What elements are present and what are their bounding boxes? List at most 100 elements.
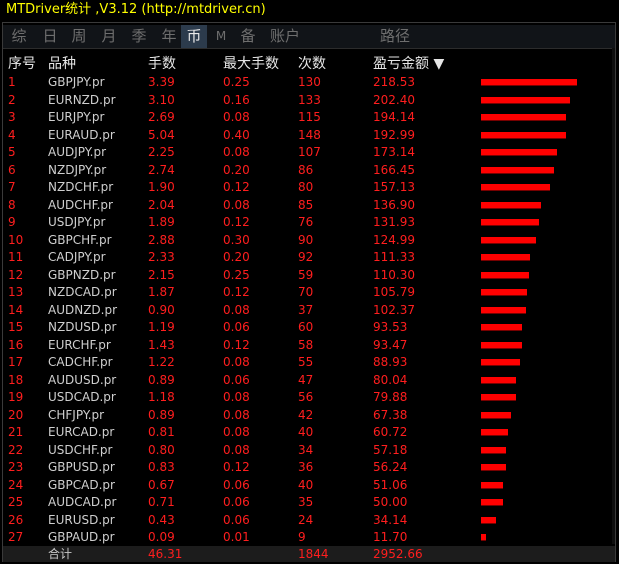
tab-bar: 综 日 周 月 季 年 币 M 备 账户 路径 [3, 25, 615, 49]
header-max-lots[interactable]: 最大手数 [223, 53, 279, 73]
row-symbol: CHFJPY.pr [48, 407, 105, 422]
row-max-lots: 0.40 [223, 127, 250, 142]
header-lots[interactable]: 手数 [148, 53, 176, 73]
row-symbol: EURAUD.pr [48, 127, 115, 142]
row-lots: 1.18 [148, 390, 175, 404]
table-row[interactable]: 18 AUDUSD.pr 0.89 0.06 47 80.04 [3, 372, 615, 390]
row-lots: 0.80 [148, 442, 175, 457]
row-index: 19 [8, 390, 24, 404]
table-row[interactable]: 27 GBPAUD.pr 0.09 0.01 9 11.70 [3, 529, 615, 547]
pnl-bar [481, 219, 539, 225]
row-symbol: USDCHF.pr [48, 442, 113, 457]
row-lots: 2.04 [148, 197, 175, 212]
table-row[interactable]: 5 AUDJPY.pr 2.25 0.08 107 173.14 [3, 144, 615, 162]
table-row[interactable]: 22 USDCHF.pr 0.80 0.08 34 57.18 [3, 442, 615, 460]
table-row[interactable]: 4 EURAUD.pr 5.04 0.40 148 192.99 [3, 127, 615, 145]
header-pnl-sorted[interactable]: 盈亏金额 ▼ [373, 53, 444, 73]
header-symbol[interactable]: 品种 [48, 53, 76, 73]
tab-m[interactable]: M [209, 25, 233, 48]
tab-account[interactable]: 账户 [265, 25, 305, 48]
row-count: 40 [298, 425, 314, 439]
row-symbol: CADCHF.pr [48, 355, 113, 369]
table-row[interactable]: 3 EURJPY.pr 2.69 0.08 115 194.14 [3, 109, 615, 127]
row-index: 18 [8, 372, 24, 387]
row-lots: 2.25 [148, 145, 175, 159]
table-row[interactable]: 16 EURCHF.pr 1.43 0.12 58 93.47 [3, 337, 615, 355]
pnl-bar [481, 96, 570, 103]
row-lots: 0.90 [148, 302, 175, 317]
table-row[interactable]: 19 USDCAD.pr 1.18 0.08 56 79.88 [3, 389, 615, 407]
table-row[interactable]: 25 AUDCAD.pr 0.71 0.06 35 50.00 [3, 494, 615, 512]
tab-quarter[interactable]: 季 [125, 25, 153, 48]
table-row[interactable]: 24 GBPCAD.pr 0.67 0.06 40 51.06 [3, 477, 615, 495]
row-lots: 2.74 [148, 162, 175, 177]
vertical-scrollbar[interactable] [612, 48, 615, 544]
tab-path[interactable]: 路径 [375, 25, 415, 48]
row-index: 26 [8, 512, 24, 527]
table-row[interactable]: 23 GBPUSD.pr 0.83 0.12 36 56.24 [3, 459, 615, 477]
row-max-lots: 0.08 [223, 145, 250, 159]
table-row[interactable]: 17 CADCHF.pr 1.22 0.08 55 88.93 [3, 354, 615, 372]
row-index: 16 [8, 337, 24, 352]
row-symbol: GBPUSD.pr [48, 460, 115, 474]
table-row[interactable]: 1 GBPJPY.pr 3.39 0.25 130 218.53 [3, 74, 615, 92]
table-row[interactable]: 11 CADJPY.pr 2.33 0.20 92 111.33 [3, 249, 615, 267]
pnl-bar [481, 446, 506, 453]
table-row[interactable]: 6 NZDJPY.pr 2.74 0.20 86 166.45 [3, 162, 615, 180]
pnl-bar [481, 394, 516, 400]
row-symbol: EURCHF.pr [48, 337, 111, 352]
row-index: 14 [8, 302, 24, 317]
table-row[interactable]: 21 EURCAD.pr 0.81 0.08 40 60.72 [3, 424, 615, 442]
table-header: 序号 品种 手数 最大手数 次数 盈亏金额 ▼ [3, 50, 615, 74]
table-row[interactable]: 7 NZDCHF.pr 1.90 0.12 80 157.13 [3, 179, 615, 197]
header-index[interactable]: 序号 [8, 53, 36, 73]
header-count[interactable]: 次数 [298, 53, 326, 73]
table-row[interactable]: 20 CHFJPY.pr 0.89 0.08 42 67.38 [3, 407, 615, 425]
table-row[interactable]: 15 NZDUSD.pr 1.19 0.06 60 93.53 [3, 319, 615, 337]
pnl-bar [481, 184, 550, 190]
row-lots: 0.43 [148, 512, 175, 527]
row-max-lots: 0.08 [223, 442, 250, 457]
row-pnl: 218.53 [373, 75, 415, 89]
row-symbol: AUDCAD.pr [48, 495, 117, 509]
row-lots: 1.90 [148, 180, 175, 194]
row-index: 20 [8, 407, 24, 422]
tab-month[interactable]: 月 [95, 25, 123, 48]
row-count: 86 [298, 162, 314, 177]
row-lots: 0.09 [148, 530, 175, 544]
row-max-lots: 0.25 [223, 75, 250, 89]
row-lots: 0.81 [148, 425, 175, 439]
row-pnl: 60.72 [373, 425, 408, 439]
row-count: 130 [298, 75, 321, 89]
row-max-lots: 0.08 [223, 425, 250, 439]
tab-summary[interactable]: 综 [3, 25, 35, 48]
row-index: 21 [8, 425, 24, 439]
table-row[interactable]: 26 EURUSD.pr 0.43 0.06 24 34.14 [3, 512, 615, 530]
pnl-bar [481, 79, 577, 85]
row-count: 24 [298, 512, 314, 527]
tab-year[interactable]: 年 [155, 25, 183, 48]
row-max-lots: 0.08 [223, 197, 250, 212]
row-count: 9 [298, 530, 306, 544]
row-max-lots: 0.12 [223, 180, 250, 194]
table-row[interactable]: 12 GBPNZD.pr 2.15 0.25 59 110.30 [3, 267, 615, 285]
row-lots: 0.89 [148, 407, 175, 422]
pnl-bar [481, 429, 508, 435]
row-pnl: 136.90 [373, 197, 415, 212]
tab-week[interactable]: 周 [65, 25, 93, 48]
table-row[interactable]: 8 AUDCHF.pr 2.04 0.08 85 136.90 [3, 197, 615, 215]
row-symbol: EURCAD.pr [48, 425, 115, 439]
table-row[interactable]: 10 GBPCHF.pr 2.88 0.30 90 124.99 [3, 232, 615, 250]
row-symbol: USDJPY.pr [48, 215, 106, 229]
row-max-lots: 0.08 [223, 407, 250, 422]
row-pnl: 192.99 [373, 127, 415, 142]
table-row[interactable]: 14 AUDNZD.pr 0.90 0.08 37 102.37 [3, 302, 615, 320]
tab-currency[interactable]: 币 [181, 25, 207, 48]
tab-notes[interactable]: 备 [235, 25, 261, 48]
row-count: 35 [298, 495, 314, 509]
table-row[interactable]: 2 EURNZD.pr 3.10 0.16 133 202.40 [3, 92, 615, 110]
pnl-bar [481, 464, 506, 470]
table-row[interactable]: 13 NZDCAD.pr 1.87 0.12 70 105.79 [3, 284, 615, 302]
tab-day[interactable]: 日 [37, 25, 63, 48]
table-row[interactable]: 9 USDJPY.pr 1.89 0.12 76 131.93 [3, 214, 615, 232]
